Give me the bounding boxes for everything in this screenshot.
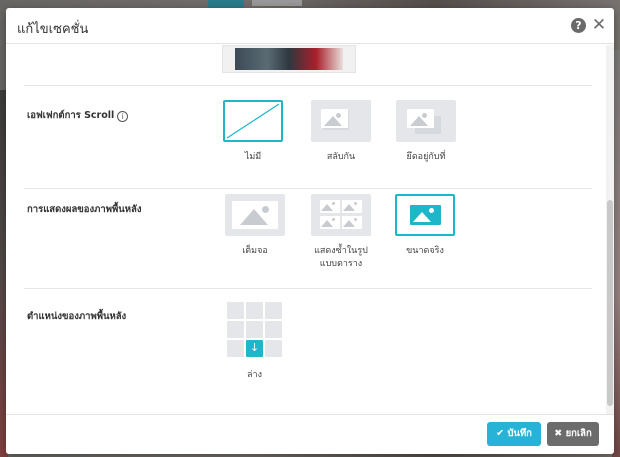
tile-image-icon-1 — [320, 200, 340, 213]
x-icon: ✖ — [554, 428, 563, 439]
position-middle-left[interactable] — [227, 321, 244, 338]
background-tabs — [252, 0, 302, 6]
info-icon[interactable]: i — [117, 111, 129, 122]
scroll-option-label: สลับกัน — [326, 152, 356, 162]
image-icon — [410, 205, 441, 225]
check-icon: ✔ — [496, 428, 505, 439]
slash-line-icon — [226, 103, 280, 139]
parallax-image-icon — [311, 100, 371, 142]
scroll-option-label: ไม่มี — [244, 152, 262, 162]
save-button[interactable]: ✔ บันทึก — [487, 422, 541, 446]
actual-size-image-icon — [395, 194, 455, 236]
display-option-tile[interactable]: แสดงซ้ำในรูป แบบตาราง — [311, 194, 371, 271]
section-divider — [24, 288, 592, 289]
edit-section-dialog: แก้ไขเซคชั่น ? ✕ เอฟเฟกต์การ Scroll i ไม่… — [6, 8, 614, 454]
position-bottom-right[interactable] — [265, 340, 282, 357]
position-grid: ↓ — [227, 302, 285, 360]
close-icon[interactable]: ✕ — [591, 16, 607, 34]
background-display-label: การแสดงผลของภาพพื้นหลัง — [27, 204, 142, 215]
display-option-fullscreen[interactable]: เต็มจอ — [225, 194, 285, 258]
dialog-body: เอฟเฟกต์การ Scroll i ไม่มี สลับกัน ยึดอย… — [6, 45, 614, 414]
arrow-down-icon: ↓ — [249, 341, 260, 354]
dialog-title: แก้ไขเซคชั่น — [17, 22, 89, 37]
image-icon — [407, 109, 434, 128]
position-selected-label: ล่าง — [247, 370, 262, 380]
scroll-option-parallax[interactable]: สลับกัน — [311, 100, 371, 164]
tile-image-icon — [311, 194, 371, 236]
preview-thumbnail — [235, 48, 343, 70]
tile-image-icon-4 — [342, 216, 362, 229]
display-option-label-line1: แสดงซ้ำในรูป — [314, 246, 368, 256]
scroll-option-none[interactable]: ไม่มี — [223, 100, 283, 164]
fixed-image-icon — [396, 100, 456, 142]
scrollbar-thumb[interactable] — [607, 200, 613, 406]
save-button-label: บันทึก — [507, 428, 532, 439]
tile-image-icon-2 — [342, 200, 362, 213]
display-option-label: เต็มจอ — [242, 246, 268, 256]
position-middle-right[interactable] — [265, 321, 282, 338]
position-top-center[interactable] — [246, 302, 263, 319]
position-bottom-center[interactable]: ↓ — [246, 340, 263, 357]
none-slash-icon — [223, 100, 283, 142]
display-option-label-line2: แบบตาราง — [319, 259, 363, 269]
scroll-effect-label-text: เอฟเฟกต์การ Scroll — [27, 110, 115, 121]
display-option-label: ขนาดจริง — [406, 246, 444, 256]
help-icon[interactable]: ? — [571, 18, 586, 33]
display-option-label: แสดงซ้ำในรูป แบบตาราง — [311, 245, 371, 271]
display-option-actual-size[interactable]: ขนาดจริง — [395, 194, 455, 258]
dialog-header: แก้ไขเซคชั่น ? ✕ — [6, 8, 614, 44]
fullscreen-image-icon — [225, 194, 285, 236]
scroll-effect-label: เอฟเฟกต์การ Scroll i — [27, 108, 129, 123]
scroll-option-fixed[interactable]: ยึดอยู่กับที่ — [396, 100, 456, 164]
position-top-right[interactable] — [265, 302, 282, 319]
scroll-option-label: ยึดอยู่กับที่ — [406, 152, 446, 162]
position-top-left[interactable] — [227, 302, 244, 319]
position-middle-center[interactable] — [246, 321, 263, 338]
section-divider — [24, 188, 592, 189]
position-bottom-left[interactable] — [227, 340, 244, 357]
background-position-label: ตำแหน่งของภาพพื้นหลัง — [27, 311, 127, 322]
dialog-footer: ✔ บันทึก ✖ ยกเลิก — [6, 414, 614, 454]
cancel-button-label: ยกเลิก — [565, 428, 592, 439]
cancel-button[interactable]: ✖ ยกเลิก — [547, 422, 599, 446]
background-tab — [208, 0, 244, 8]
background-preview-image[interactable] — [222, 45, 356, 73]
section-divider — [24, 85, 592, 86]
tile-image-icon-3 — [320, 216, 340, 229]
image-icon — [321, 109, 348, 128]
image-icon — [232, 201, 278, 229]
